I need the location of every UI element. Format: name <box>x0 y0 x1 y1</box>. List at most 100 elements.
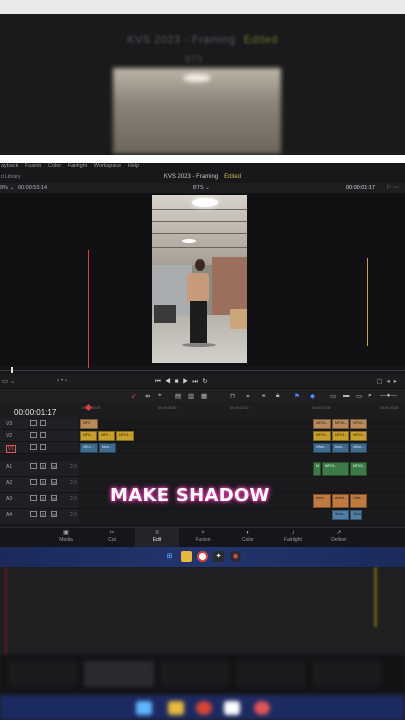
marker-icon[interactable]: ◆ <box>310 392 315 400</box>
timeline-clip[interactable]: MFX3... <box>322 462 349 476</box>
go-to-start-icon[interactable]: ⏮ <box>155 378 165 385</box>
track-monitor-icon[interactable] <box>30 444 37 450</box>
snapping-icon[interactable]: ⊓ <box>230 392 235 400</box>
timeline-clip[interactable]: MFX3... <box>350 462 367 476</box>
timeline-clip[interactable]: office... <box>350 443 367 453</box>
track-monitor-icon[interactable] <box>30 432 37 438</box>
page-deliver[interactable]: ➚ Deliver <box>317 528 361 547</box>
timeline-clip[interactable]: Cate... <box>350 494 367 508</box>
viewer-right-controls: ▢◂▸ <box>376 377 401 385</box>
previous-icon[interactable]: ◂ <box>386 378 393 385</box>
timeline-clip[interactable]: bear... <box>99 443 116 453</box>
viewer-mode-icon[interactable]: ▭ ⌄ <box>2 377 15 385</box>
track-monitor-icon[interactable] <box>30 495 37 501</box>
zoom-full-icon[interactable]: ▭ <box>330 392 336 400</box>
mute-button[interactable]: M <box>51 479 57 485</box>
track-lock-icon[interactable] <box>40 444 46 450</box>
menu-color[interactable]: Color <box>48 163 61 169</box>
track-lock-icon[interactable] <box>40 432 46 438</box>
davinci-resolve-icon[interactable]: ◉ <box>230 551 241 562</box>
loop-icon[interactable]: ↻ <box>202 378 211 385</box>
app-icon[interactable]: ✦ <box>213 551 224 562</box>
viewer-scrubber[interactable] <box>0 366 405 374</box>
zoom-custom-icon[interactable]: ▭ <box>356 392 362 400</box>
selection-tool-icon[interactable]: ➶ <box>131 392 136 400</box>
timeline-clip[interactable]: offi e... <box>80 443 98 453</box>
mute-button[interactable]: M <box>51 495 57 501</box>
flag-icon[interactable]: ⚑ <box>294 392 300 400</box>
timeline-clip[interactable]: MFX3... <box>350 431 367 441</box>
timeline-clip[interactable]: MFX... <box>98 431 115 441</box>
timeline-clip[interactable]: MFX... <box>80 431 97 441</box>
file-explorer-icon[interactable] <box>181 551 192 562</box>
timeline-clip[interactable]: Skea... <box>350 510 362 520</box>
timeline-clip[interactable]: Amba... <box>332 494 349 508</box>
page-fusion[interactable]: ✧ Fusion <box>181 528 225 547</box>
track-monitor-icon[interactable] <box>30 479 37 485</box>
zoom-detail-icon[interactable]: ▬ <box>343 392 350 399</box>
mute-button[interactable]: M <box>51 511 57 517</box>
mark-icon[interactable]: ▢ <box>376 378 386 385</box>
page-edit[interactable]: ≡ Edit <box>135 528 179 547</box>
timeline-clip[interactable]: MFX3... <box>116 431 134 441</box>
go-to-end-icon[interactable]: ⏭ <box>192 378 202 385</box>
page-fairlight[interactable]: ♪ Fairlight <box>271 528 315 547</box>
windows-start-icon[interactable]: ⊞ <box>164 551 175 562</box>
menu-workspace[interactable]: Workspace <box>94 163 121 169</box>
stop-icon[interactable]: ■ <box>175 378 183 385</box>
timeline-clip[interactable]: MFX0... <box>350 419 367 429</box>
ruler-mark: 00:00:15:00 <box>312 406 331 410</box>
mute-button[interactable]: M <box>51 463 57 469</box>
playhead[interactable] <box>88 250 89 368</box>
replace-icon[interactable]: ▦ <box>201 392 207 400</box>
next-icon[interactable]: ▸ <box>394 378 401 385</box>
menu-fairlight[interactable]: Fairlight <box>68 163 88 169</box>
solo-button[interactable]: S <box>40 511 46 517</box>
blade-tool-icon[interactable]: ⌖ <box>158 392 162 400</box>
solo-button[interactable]: S <box>40 479 46 485</box>
track-monitor-icon[interactable] <box>30 463 37 469</box>
menu-help[interactable]: Help <box>128 163 139 169</box>
track-lock-icon[interactable] <box>40 420 46 426</box>
solo-button[interactable]: S <box>40 463 46 469</box>
timeline-clip[interactable]: MFX0... <box>332 419 349 429</box>
timeline-ruler[interactable]: 00:00:00:00 00:00:05:00 00:00:10:00 00:0… <box>80 404 405 418</box>
zoom-icon[interactable]: ⌕ <box>368 392 372 400</box>
track-id: V2 <box>6 433 13 439</box>
timeline-clip[interactable]: Ume... <box>313 494 331 508</box>
program-viewer[interactable] <box>0 193 405 366</box>
zoom-slider[interactable]: —●— <box>380 392 397 399</box>
timeline-clip[interactable]: MFX <box>80 419 98 429</box>
timeline-clip[interactable]: MFX3... <box>313 431 331 441</box>
timeline-clip[interactable]: MFX3... <box>332 431 349 441</box>
link-icon[interactable]: ⚭ <box>261 392 266 400</box>
page-cut[interactable]: ✂ Cut <box>90 528 134 547</box>
play-icon[interactable]: ▶ <box>183 378 193 385</box>
insert-icon[interactable]: ▤ <box>175 392 181 400</box>
timeline-clip[interactable]: MFX0... <box>313 419 331 429</box>
trim-tool-icon[interactable]: ⇹ <box>145 392 150 400</box>
timeline-clip[interactable]: office... <box>313 443 331 453</box>
linked-selection-icon[interactable]: ⌁ <box>246 392 250 400</box>
chrome-icon[interactable] <box>197 551 208 562</box>
page-media[interactable]: ▣ Media <box>44 528 88 547</box>
timeline-tracks[interactable]: V3 MFX MFX0... MFX0... MFX0... V2 MFX...… <box>0 418 405 527</box>
timeline-clip[interactable]: M... <box>313 462 321 476</box>
track-monitor-icon[interactable] <box>30 511 37 517</box>
overwrite-icon[interactable]: ▥ <box>188 392 194 400</box>
viewer-options-icon[interactable]: ⚐ ⋯ <box>386 184 399 191</box>
timeline-clip[interactable]: Skea... <box>332 510 349 520</box>
scrub-head[interactable] <box>11 367 13 373</box>
track-monitor-icon[interactable] <box>30 420 37 426</box>
viewer-clip-name[interactable]: BTS ⌄ <box>193 185 210 191</box>
play-reverse-icon[interactable]: ◀ <box>165 378 175 385</box>
menu-fusion[interactable]: Fusion <box>25 163 42 169</box>
jog-icon[interactable]: ‹ • › <box>57 377 67 384</box>
fusion-page-icon: ✧ <box>200 530 206 536</box>
page-color[interactable]: ◐ Color <box>226 528 270 547</box>
menu-playback[interactable]: ayback <box>1 163 18 169</box>
zoom-level[interactable]: 9% ⌄ <box>0 185 14 191</box>
solo-button[interactable]: S <box>40 495 46 501</box>
timeline-clip[interactable]: bear... <box>332 443 349 453</box>
lock-icon[interactable]: 🔒︎ <box>276 392 279 400</box>
